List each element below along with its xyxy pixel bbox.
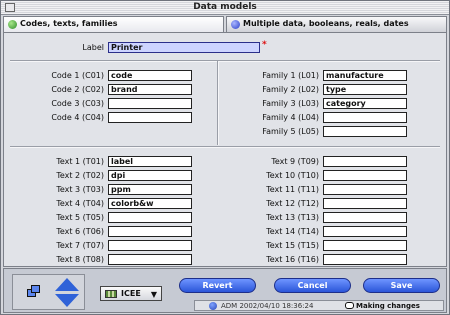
- required-mark: *: [262, 40, 267, 50]
- text-14-caption: Text 14 (T14): [266, 227, 319, 236]
- form-panel: Label Printer * Code 1 (C01) code Code 2…: [3, 32, 447, 267]
- family-2-caption: Family 2 (L02): [262, 85, 319, 94]
- code-3-caption: Code 3 (C03): [51, 99, 104, 108]
- text-1-caption: Text 1 (T01): [56, 157, 104, 166]
- text-7-caption: Text 7 (T07): [56, 241, 104, 250]
- language-popup[interactable]: ICEE ▼: [100, 286, 162, 301]
- footer-bar: ICEE ▼ Revert Cancel Save ADM 2002/04/10…: [3, 268, 447, 313]
- text-2-caption: Text 2 (T02): [56, 171, 104, 180]
- text-13-caption: Text 13 (T13): [266, 213, 319, 222]
- middle-divider: [217, 61, 219, 145]
- navigation-box: [12, 274, 85, 310]
- tab-label: Codes, texts, families: [20, 19, 118, 28]
- text-10-caption: Text 10 (T10): [266, 171, 319, 180]
- family-1-caption: Family 1 (L01): [262, 71, 319, 80]
- language-value: ICEE: [121, 289, 141, 298]
- label-caption: Label: [82, 43, 104, 52]
- label-field[interactable]: Printer: [108, 42, 260, 53]
- family-3-field[interactable]: category: [323, 98, 407, 109]
- code-2-caption: Code 2 (C02): [51, 85, 104, 94]
- text-4-field[interactable]: colorb&w: [108, 198, 192, 209]
- text-11-field[interactable]: [323, 184, 407, 195]
- code-3-field[interactable]: [108, 98, 192, 109]
- text-8-caption: Text 8 (T08): [56, 255, 104, 264]
- tab-label: Multiple data, booleans, reals, dates: [243, 19, 409, 28]
- text-7-field[interactable]: [108, 240, 192, 251]
- cancel-button[interactable]: Cancel: [274, 278, 351, 293]
- text-1-field[interactable]: label: [108, 156, 192, 167]
- text-5-field[interactable]: [108, 212, 192, 223]
- text-12-caption: Text 12 (T12): [266, 199, 319, 208]
- text-15-field[interactable]: [323, 240, 407, 251]
- text-14-field[interactable]: [323, 226, 407, 237]
- code-2-field[interactable]: brand: [108, 84, 192, 95]
- text-4-caption: Text 4 (T04): [56, 199, 104, 208]
- speech-bubble-icon: [345, 302, 354, 309]
- family-3-caption: Family 3 (L03): [262, 99, 319, 108]
- data-models-window: Data models Codes, texts, families Multi…: [0, 0, 450, 315]
- text-9-caption: Text 9 (T09): [271, 157, 319, 166]
- blue-ball-icon: [231, 20, 240, 29]
- text-3-field[interactable]: ppm: [108, 184, 192, 195]
- top-divider: [10, 60, 440, 62]
- windows-icon[interactable]: [27, 285, 41, 299]
- status-bar: ADM 2002/04/10 18:36:24 Making changes: [194, 300, 444, 311]
- code-4-caption: Code 4 (C04): [51, 113, 104, 122]
- text-6-field[interactable]: [108, 226, 192, 237]
- text-10-field[interactable]: [323, 170, 407, 181]
- tab-multiple-data[interactable]: Multiple data, booleans, reals, dates: [226, 16, 447, 32]
- text-8-field[interactable]: [108, 254, 192, 265]
- family-5-caption: Family 5 (L05): [262, 127, 319, 136]
- green-ball-icon: [8, 20, 17, 29]
- texts-divider: [10, 146, 440, 148]
- text-12-field[interactable]: [323, 198, 407, 209]
- code-1-caption: Code 1 (C01): [51, 71, 104, 80]
- family-1-field[interactable]: manufacture: [323, 70, 407, 81]
- status-info: ADM 2002/04/10 18:36:24: [221, 302, 314, 310]
- text-9-field[interactable]: [323, 156, 407, 167]
- text-16-field[interactable]: [323, 254, 407, 265]
- family-4-field[interactable]: [323, 112, 407, 123]
- family-2-field[interactable]: type: [323, 84, 407, 95]
- dropdown-arrow-icon: ▼: [150, 290, 157, 299]
- text-15-caption: Text 15 (T15): [266, 241, 319, 250]
- down-arrow-icon[interactable]: [55, 294, 79, 307]
- user-icon: [209, 302, 217, 310]
- code-1-field[interactable]: code: [108, 70, 192, 81]
- family-4-caption: Family 4 (L04): [262, 113, 319, 122]
- text-13-field[interactable]: [323, 212, 407, 223]
- status-changes: Making changes: [356, 302, 420, 310]
- text-16-caption: Text 16 (T16): [266, 255, 319, 264]
- text-5-caption: Text 5 (T05): [56, 213, 104, 222]
- tab-bar: Codes, texts, families Multiple data, bo…: [3, 16, 447, 32]
- family-5-field[interactable]: [323, 126, 407, 137]
- up-arrow-icon[interactable]: [55, 278, 79, 291]
- text-11-caption: Text 11 (T11): [266, 185, 319, 194]
- revert-button[interactable]: Revert: [179, 278, 256, 293]
- code-4-field[interactable]: [108, 112, 192, 123]
- window-title: Data models: [193, 2, 257, 12]
- text-6-caption: Text 6 (T06): [56, 227, 104, 236]
- text-2-field[interactable]: dpi: [108, 170, 192, 181]
- tab-codes-texts-families[interactable]: Codes, texts, families: [3, 16, 224, 32]
- text-3-caption: Text 3 (T03): [56, 185, 104, 194]
- save-button[interactable]: Save: [363, 278, 440, 293]
- title-bar[interactable]: Data models: [1, 1, 449, 15]
- flag-icon: [105, 290, 117, 298]
